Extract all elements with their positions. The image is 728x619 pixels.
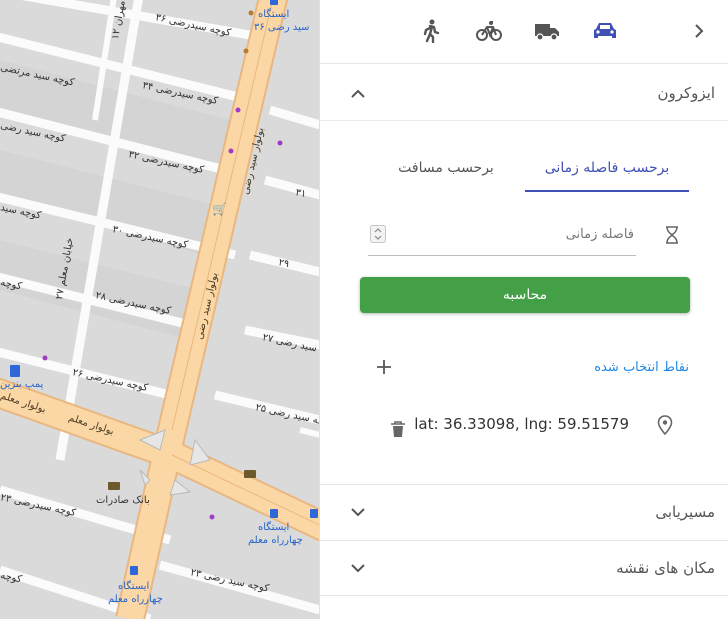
time-input[interactable] [412,217,636,251]
location-pin-icon [657,415,673,435]
svg-text:ایستگاه: ایستگاه [258,521,289,533]
travel-mode-bar [320,0,728,64]
chevron-up-icon[interactable] [350,86,366,102]
time-field [368,217,636,256]
map-label-station-top-name: سید رضی ۳۶ [254,22,309,33]
map-view[interactable]: 🛒 ایستگاه سید رضی ۳۶ کوچه سیدرضی ۳۶ کوچه… [0,0,320,619]
point-coordinates: lat: 36.33098, lng: 59.51579 [414,415,629,433]
routing-title: مسیریابی [655,503,715,521]
bicycle-icon[interactable] [476,18,502,44]
map-places-title: مکان های نقشه [616,559,715,577]
trash-icon[interactable] [390,420,406,438]
isochrone-tabs: برحسب فاصله زمانی برحسب مسافت [320,150,728,194]
truck-icon[interactable] [534,18,560,44]
chevron-down-icon[interactable] [350,504,366,520]
collapse-panel-icon[interactable] [686,18,712,44]
isochrone-header[interactable]: ایزوکرون [320,64,728,121]
tab-time[interactable]: برحسب فاصله زمانی [525,150,689,192]
walk-icon[interactable] [418,18,444,44]
svg-text:بانک صادرات: بانک صادرات [96,495,150,506]
hourglass-icon [666,226,678,244]
svg-text:ایستگاه: ایستگاه [118,580,149,592]
routing-section[interactable]: مسیریابی [320,484,728,540]
side-panel: ایزوکرون برحسب فاصله زمانی برحسب مسافت م… [319,0,728,619]
add-point-icon[interactable] [375,358,393,376]
map-canvas[interactable]: 🛒 ایستگاه سید رضی ۳۶ کوچه سیدرضی ۳۶ کوچه… [0,0,320,619]
tab-distance[interactable]: برحسب مسافت [371,150,521,190]
isochrone-title: ایزوکرون [657,84,715,102]
svg-text:🛒: 🛒 [212,202,227,216]
svg-text:چهارراه معلم: چهارراه معلم [248,535,303,546]
map-places-section[interactable]: مکان های نقشه [320,540,728,596]
selected-points-title: نقاط انتخاب شده [594,360,689,375]
divider [320,595,728,596]
chevron-down-icon[interactable] [350,560,366,576]
svg-text:پمپ بنزین: پمپ بنزین [0,379,43,390]
svg-text:۳۱: ۳۱ [294,187,307,200]
map-label-station-top: ایستگاه [258,8,289,20]
number-stepper-icon[interactable] [370,225,386,243]
svg-text:چهارراه معلم: چهارراه معلم [108,594,163,605]
car-icon[interactable] [592,18,618,44]
point-row: lat: 36.33098, lng: 59.51579 [320,412,728,442]
svg-text:۲۹: ۲۹ [277,257,290,270]
calculate-button[interactable]: محاسبه [360,277,690,313]
